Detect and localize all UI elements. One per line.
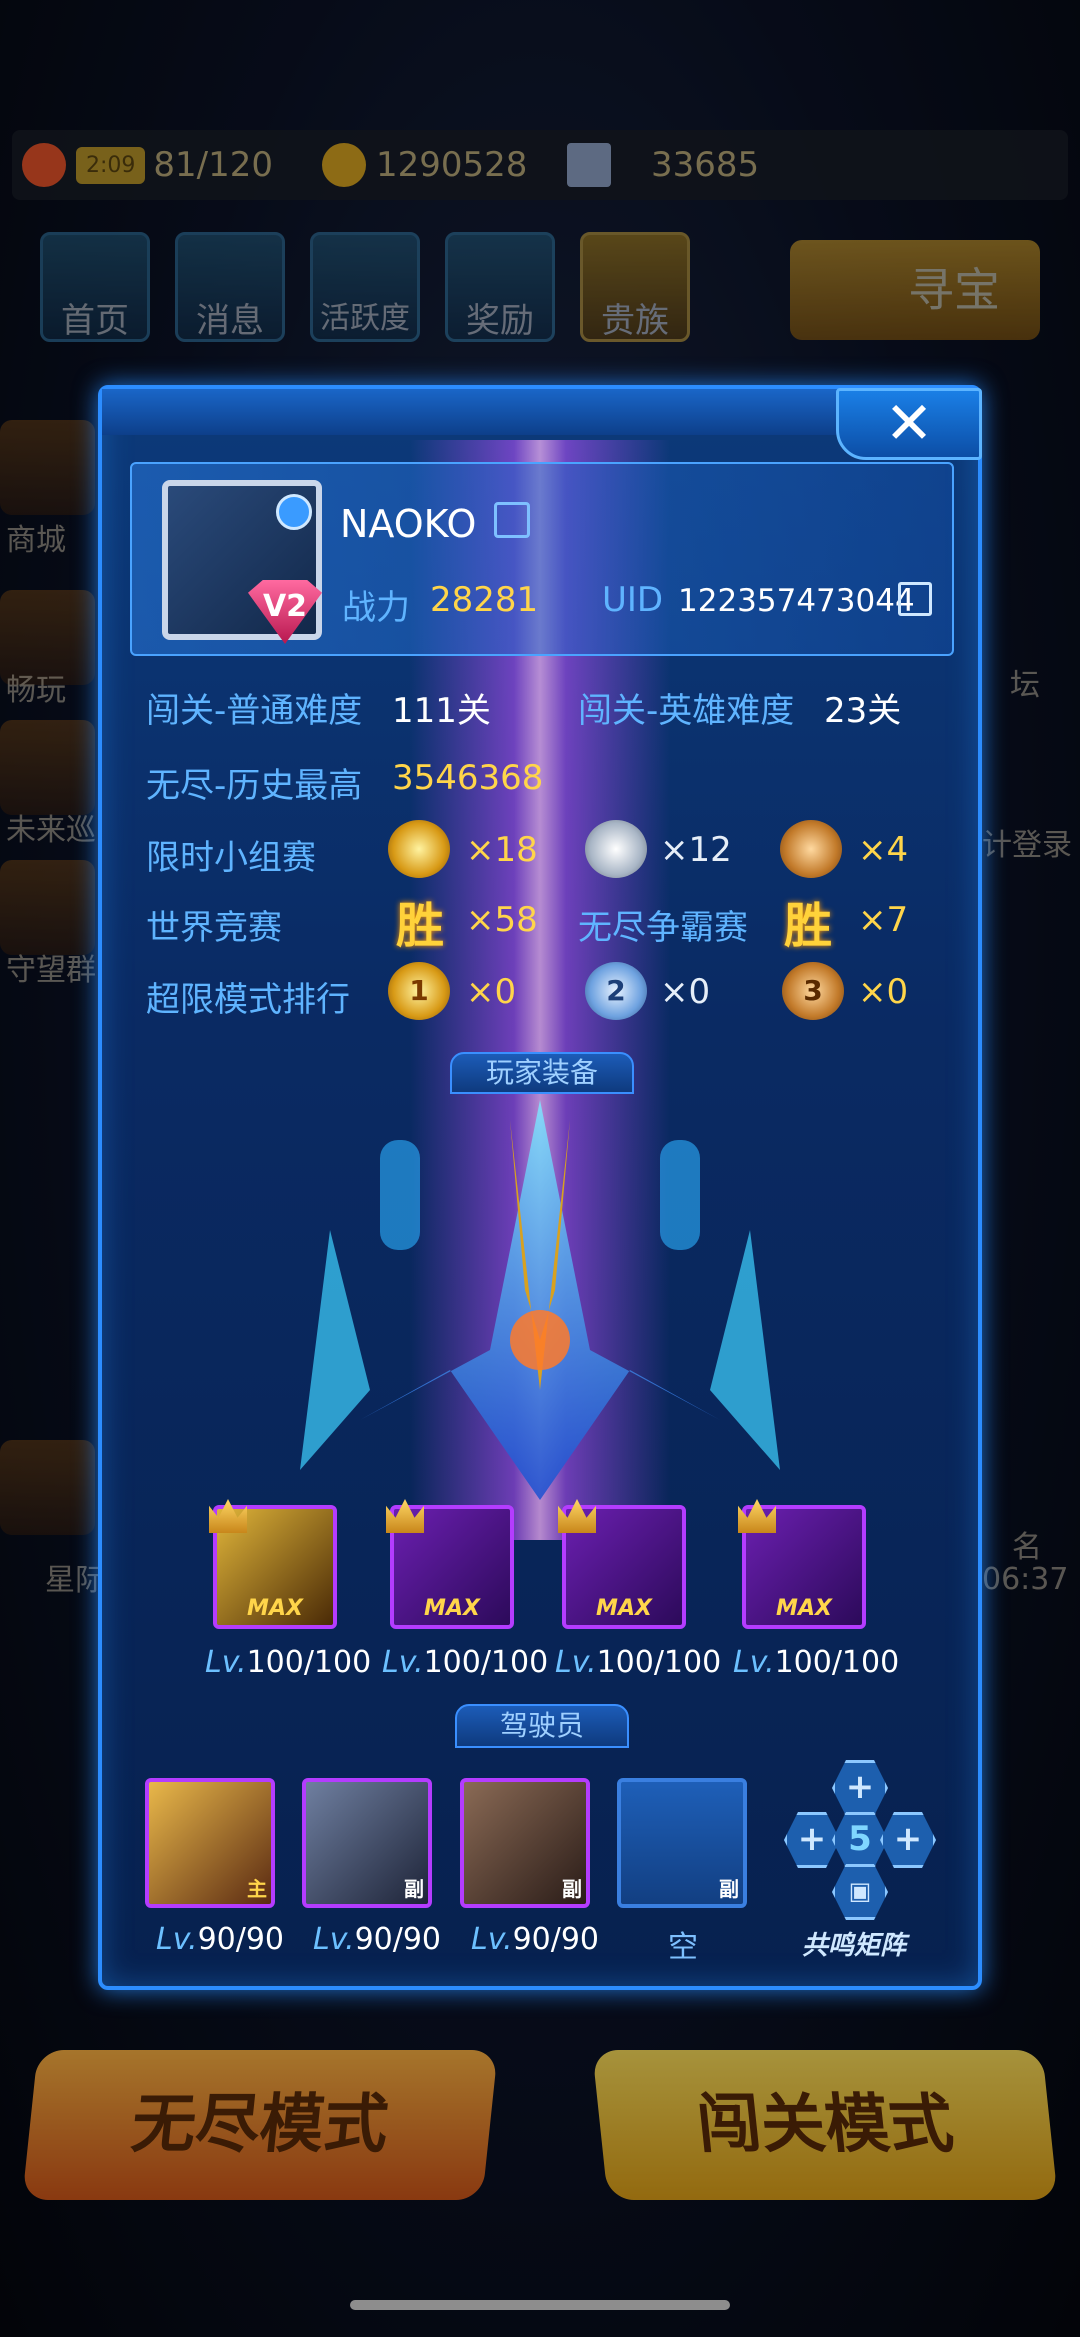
plus-icon: + [784,1812,840,1868]
level-prefix: Lv. [205,1645,247,1680]
pilot-level-2: Lv.90/90 [313,1922,441,1957]
extreme-rank2-count: ×0 [660,972,711,1012]
copy-icon[interactable] [898,582,932,616]
power-value: 28281 [430,580,539,620]
pilot-sub-tag: 副 [404,1877,424,1901]
equipment-level-3: Lv.100/100 [555,1645,721,1680]
edit-icon[interactable] [494,502,530,538]
pilot-empty-label: 空 [668,1930,698,1965]
equipment-card-2[interactable]: MAX [386,1499,514,1629]
pilots-title: 驾驶员 [455,1704,629,1748]
hero-stage-label: 闯关-英雄难度 [578,691,795,731]
endless-best-label: 无尽-历史最高 [146,766,363,806]
power-label: 战力 [342,588,410,628]
level-value: 100/100 [774,1645,900,1680]
pilot-slot-3[interactable]: 副 [460,1778,590,1908]
equipment-title: 玩家装备 [450,1052,634,1094]
level-prefix: Lv. [382,1645,424,1680]
pilot-slot-2[interactable]: 副 [302,1778,432,1908]
silver-star-badge-icon [585,820,647,878]
lock-icon: ▣ [832,1864,888,1920]
pilot-level-1: Lv.90/90 [156,1922,284,1957]
level-value: 100/100 [596,1645,722,1680]
normal-stage-label: 闯关-普通难度 [146,691,363,731]
level-value: 100/100 [423,1645,549,1680]
extreme-rank-label: 超限模式排行 [146,980,350,1020]
player-name: NAOKO [340,502,477,546]
equipment-card-1[interactable]: MAX [209,1499,337,1629]
pilot-sub-tag: 副 [719,1877,739,1901]
world-win-icon: 胜 [396,898,445,954]
endless-best-value: 3546368 [392,758,544,798]
level-prefix: Lv. [156,1922,198,1957]
level-prefix: Lv. [471,1922,513,1957]
max-label: MAX [596,1596,652,1621]
max-label: MAX [247,1596,303,1621]
level-value: 90/90 [354,1922,442,1957]
equipment-level-2: Lv.100/100 [382,1645,548,1680]
matrix-center-icon: 5 [832,1812,888,1868]
world-win-count: ×58 [466,900,538,940]
group-gold-count: ×18 [466,830,538,870]
refresh-icon[interactable] [276,494,312,530]
max-label: MAX [424,1596,480,1621]
plus-icon: + [832,1760,888,1816]
pilot-main-tag: 主 [247,1877,267,1901]
bronze-star-badge-icon [780,820,842,878]
level-value: 90/90 [512,1922,600,1957]
rank-3-medal-icon: 3 [782,962,844,1020]
extreme-rank1-count: ×0 [466,972,517,1012]
resonance-matrix-button[interactable]: + + 5 + ▣ [780,1760,940,1920]
gold-star-badge-icon [388,820,450,878]
spaceship-illustration [300,1100,780,1500]
level-prefix: Lv. [555,1645,597,1680]
endless-pvp-win-count: ×7 [858,900,909,940]
endless-pvp-label: 无尽争霸赛 [578,908,748,948]
level-value: 100/100 [246,1645,372,1680]
uid-label: UID [602,580,664,620]
equipment-level-1: Lv.100/100 [205,1645,371,1680]
level-prefix: Lv. [313,1922,355,1957]
normal-stage-value: 111关 [392,691,491,731]
world-match-label: 世界竞赛 [146,908,282,948]
equipment-card-3[interactable]: MAX [558,1499,686,1629]
plus-icon: + [880,1812,936,1868]
equipment-card-4[interactable]: MAX [738,1499,866,1629]
pilot-sub-tag: 副 [562,1877,582,1901]
rank-2-medal-icon: 2 [585,962,647,1020]
close-icon: ✕ [884,389,934,457]
extreme-rank3-count: ×0 [858,972,909,1012]
group-silver-count: ×12 [660,830,732,870]
hero-stage-value: 23关 [824,691,902,731]
level-prefix: Lv. [733,1645,775,1680]
uid-value: 122357473044 [678,583,915,619]
rank-1-medal-icon: 1 [388,962,450,1020]
endless-pvp-win-icon: 胜 [784,898,833,954]
pilot-slot-empty[interactable]: 副 [617,1778,747,1908]
close-button[interactable]: ✕ [836,388,982,460]
group-bronze-count: ×4 [858,830,909,870]
resonance-matrix-label: 共鸣矩阵 [802,1931,907,1961]
level-value: 90/90 [197,1922,285,1957]
equipment-level-4: Lv.100/100 [733,1645,899,1680]
max-label: MAX [776,1596,832,1621]
pilot-level-3: Lv.90/90 [471,1922,599,1957]
pilot-slot-1[interactable]: 主 [145,1778,275,1908]
group-match-label: 限时小组赛 [146,838,316,878]
